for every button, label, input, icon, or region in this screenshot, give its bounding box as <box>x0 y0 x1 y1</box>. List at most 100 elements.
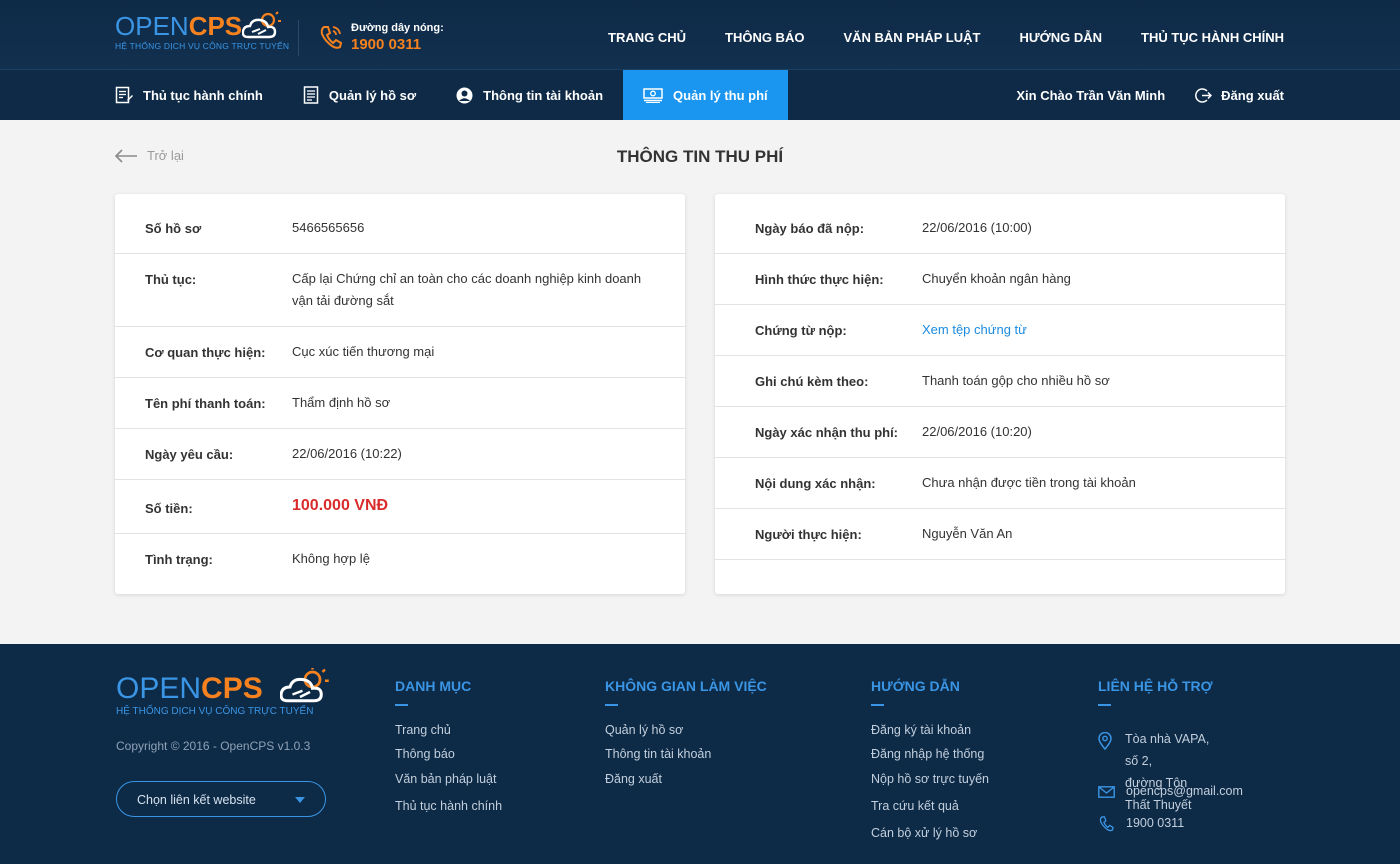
detail-row-agency: Cơ quan thực hiện: Cục xúc tiến thương m… <box>115 327 685 378</box>
logout-button[interactable]: Đăng xuất <box>1195 87 1284 104</box>
title-underline <box>395 704 408 706</box>
subnav-label: Thông tin tài khoản <box>483 87 604 103</box>
row-label: Ghi chú kèm theo: <box>755 374 869 389</box>
logo-cps-text: CPS <box>188 11 243 41</box>
detail-row-request-date: Ngày yêu cầu: 22/06/2016 (10:22) <box>115 429 685 480</box>
logo-tagline: HỆ THỐNG DỊCH VỤ CÔNG TRỰC TUYẾN <box>116 706 314 717</box>
subnav-file-management[interactable]: Quản lý hồ sơ <box>283 70 436 120</box>
chevron-down-icon <box>295 797 305 803</box>
footer-col-guide: HƯỚNG DẪN Đăng ký tài khoản Đăng nhập hệ… <box>871 678 989 840</box>
footer: OPENCPS HỆ THỐNG DỊCH VỤ CÔNG TRỰC TUYẾN… <box>0 644 1400 864</box>
footer-link-lookup-results[interactable]: Tra cứu kết quả <box>871 799 959 813</box>
document-pen-icon <box>115 86 133 104</box>
row-value: Cấp lại Chứng chỉ an toàn cho các doanh … <box>292 271 642 308</box>
amount-value: 100.000 VNĐ <box>292 497 389 514</box>
footer-link-home[interactable]: Trang chủ <box>395 723 451 737</box>
contact-email[interactable]: opencps@gmail.com <box>1098 780 1243 802</box>
subnav-fee-management[interactable]: Quản lý thu phí <box>623 70 788 120</box>
logout-label: Đăng xuất <box>1221 87 1284 103</box>
row-label: Nội dung xác nhận: <box>755 476 876 491</box>
footer-link-officer[interactable]: Cán bộ xử lý hồ sơ <box>871 826 977 840</box>
detail-row-confirm-date: Ngày xác nhận thu phí: 22/06/2016 (10:20… <box>715 407 1285 458</box>
logo[interactable]: OPENCPS HỆ THỐNG DỊCH VỤ CÔNG TRỰC TUYẾN <box>115 11 290 51</box>
detail-row-note: Ghi chú kèm theo: Thanh toán gộp cho nhi… <box>715 356 1285 407</box>
detail-row-receipt: Chứng từ nộp: Xem tệp chứng từ <box>715 305 1285 356</box>
footer-link-logout[interactable]: Đăng xuất <box>605 772 662 786</box>
row-label: Người thực hiện: <box>755 527 862 542</box>
address-line-1: Tòa nhà VAPA, số 2, <box>1125 732 1210 768</box>
logout-icon <box>1195 87 1213 103</box>
footer-link-account-info[interactable]: Thông tin tài khoản <box>605 747 711 761</box>
row-label: Ngày báo đã nộp: <box>755 221 865 236</box>
hotline-label: Đường dây nóng: <box>351 22 444 34</box>
footer-link-file-management[interactable]: Quản lý hồ sơ <box>605 723 683 737</box>
footer-link-legal-documents[interactable]: Văn bản pháp luật <box>395 772 496 786</box>
detail-row-paid-date: Ngày báo đã nộp: 22/06/2016 (10:00) <box>715 194 1285 254</box>
subnav-label: Thủ tục hành chính <box>143 87 263 103</box>
footer-link-submit-online[interactable]: Nộp hồ sơ trực tuyến <box>871 772 989 786</box>
footer-col-title: KHÔNG GIAN LÀM VIỆC <box>605 678 767 694</box>
website-link-select[interactable]: Chọn liên kết website <box>116 781 326 817</box>
footer-link-login[interactable]: Đăng nhập hệ thống <box>871 747 984 761</box>
nav-legal-documents[interactable]: VĂN BẢN PHÁP LUẬT <box>843 30 980 45</box>
page-title: THÔNG TIN THU PHÍ <box>616 147 784 166</box>
hotline-number[interactable]: 1900 0311 <box>351 36 421 53</box>
greeting[interactable]: Xin Chào Trần Văn Minh <box>1016 88 1165 103</box>
top-header: OPENCPS HỆ THỐNG DỊCH VỤ CÔNG TRỰC TUYẾN… <box>0 0 1400 70</box>
row-value: Thanh toán gộp cho nhiều hồ sơ <box>922 373 1110 388</box>
row-label: Số tiền: <box>145 501 193 516</box>
footer-col-title: LIÊN HỆ HỖ TRỢ <box>1098 678 1213 694</box>
subnav-admin-procedures[interactable]: Thủ tục hành chính <box>115 70 283 120</box>
sub-navbar: Thủ tục hành chính Quản lý hồ sơ Thông t… <box>0 70 1400 120</box>
detail-row-status: Tình trạng: Không hợp lệ <box>115 534 685 594</box>
detail-row-confirm-content: Nội dung xác nhận: Chưa nhận được tiền t… <box>715 458 1285 509</box>
row-label: Thủ tục: <box>145 272 197 287</box>
nav-announcements[interactable]: THÔNG BÁO <box>725 30 804 45</box>
view-receipt-link[interactable]: Xem tệp chứng từ <box>922 319 1262 341</box>
file-list-icon <box>303 86 319 104</box>
logo-open-text: OPEN <box>116 672 202 705</box>
footer-col-contact: LIÊN HỆ HỖ TRỢ Tòa nhà VAPA, số 2, đường… <box>1098 678 1243 832</box>
row-value: 22/06/2016 (10:22) <box>292 446 402 461</box>
detail-row-procedure: Thủ tục: Cấp lại Chứng chỉ an toàn cho c… <box>115 254 685 327</box>
footer-logo[interactable]: OPENCPS HỆ THỐNG DỊCH VỤ CÔNG TRỰC TUYẾN <box>116 668 329 717</box>
subnav-account-info[interactable]: Thông tin tài khoản <box>436 70 623 120</box>
status-value: Không hợp lệ <box>292 551 370 566</box>
row-value: Cục xúc tiến thương mại <box>292 344 435 359</box>
footer-link-announcements[interactable]: Thông báo <box>395 747 455 761</box>
logo-tagline: HỆ THỐNG DỊCH VỤ CÔNG TRỰC TUYẾN <box>115 41 290 51</box>
row-value: Nguyễn Văn An <box>922 526 1013 541</box>
contact-address: Tòa nhà VAPA, số 2, đường Tôn Thất Thuyế… <box>1098 728 1213 816</box>
logo-cps-text: CPS <box>201 672 263 705</box>
title-underline <box>605 704 618 706</box>
title-underline <box>1098 704 1111 706</box>
nav-home[interactable]: TRANG CHỦ <box>608 30 686 45</box>
logo-open-text: OPEN <box>115 11 189 41</box>
user-area: Xin Chào Trần Văn Minh Đăng xuất <box>1016 70 1284 120</box>
footer-link-admin-procedures[interactable]: Thủ tục hành chính <box>395 799 502 813</box>
mail-icon <box>1098 786 1115 798</box>
copyright: Copyright © 2016 - OpenCPS v1.0.3 <box>116 739 311 753</box>
nav-admin-procedures[interactable]: THỦ TỤC HÀNH CHÍNH <box>1141 30 1284 45</box>
subnav-label: Quản lý hồ sơ <box>328 87 417 103</box>
row-label: Tên phí thanh toán: <box>145 396 266 411</box>
subnav-label: Quản lý thu phí <box>673 87 768 103</box>
row-label: Ngày yêu cầu: <box>145 447 234 462</box>
title-underline <box>871 704 884 706</box>
select-placeholder: Chọn liên kết website <box>137 793 256 807</box>
location-pin-icon <box>1098 732 1112 750</box>
row-label: Tình trạng: <box>145 552 213 567</box>
detail-row-payment-method: Hình thức thực hiện: Chuyển khoản ngân h… <box>715 254 1285 305</box>
contact-phone[interactable]: 1900 0311 <box>1098 812 1184 834</box>
nav-guide[interactable]: HƯỚNG DẪN <box>1019 30 1102 45</box>
detail-row-amount: Số tiền: 100.000 VNĐ <box>115 480 685 534</box>
cloud-sun-icon <box>242 11 281 39</box>
row-value: 22/06/2016 (10:00) <box>922 220 1032 235</box>
user-circle-icon <box>456 87 473 103</box>
detail-row-performer: Người thực hiện: Nguyễn Văn An <box>715 509 1285 560</box>
email-text: opencps@gmail.com <box>1126 784 1243 798</box>
fee-details-card: Số hồ sơ 5466565656 Thủ tục: Cấp lại Chứ… <box>115 194 685 594</box>
row-value: Thẩm định hồ sơ <box>292 395 391 410</box>
footer-link-register[interactable]: Đăng ký tài khoản <box>871 723 971 737</box>
detail-row-fee-name: Tên phí thanh toán: Thẩm định hồ sơ <box>115 378 685 429</box>
